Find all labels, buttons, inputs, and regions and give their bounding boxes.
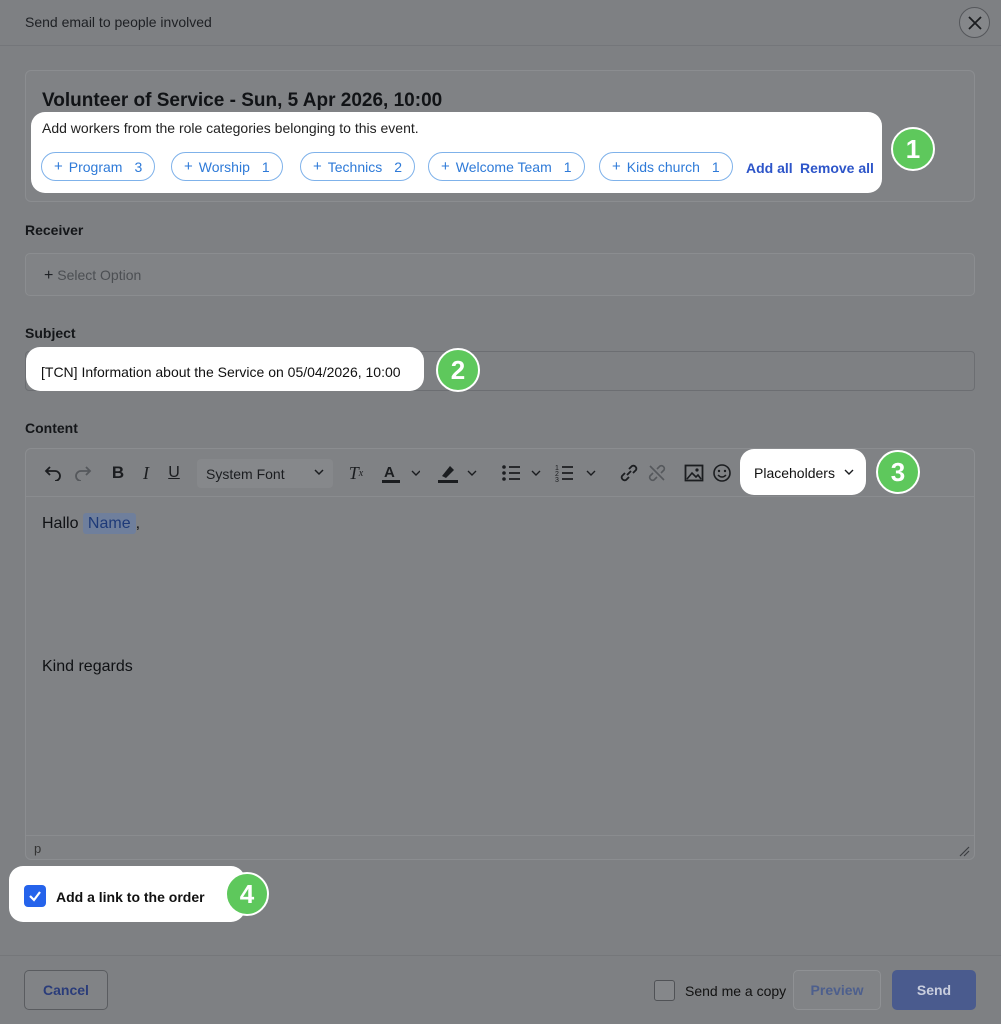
plus-icon: + (184, 158, 193, 175)
role-chip-count: 1 (711, 158, 720, 175)
chevron-down-icon (314, 469, 324, 476)
add-all-link[interactable]: Add all (746, 160, 793, 176)
underline-icon[interactable]: U (164, 462, 184, 484)
receiver-select[interactable] (25, 253, 975, 296)
unlink-icon[interactable] (646, 462, 668, 484)
role-chip-kids-church[interactable]: + Kids church 1 (599, 152, 733, 181)
plus-icon: + (54, 158, 63, 175)
content-label: Content (25, 420, 78, 436)
editor-greeting-line[interactable]: Hallo Name, (42, 513, 141, 534)
add-link-checkbox[interactable] (24, 885, 46, 907)
placeholders-label: Placeholders (754, 465, 835, 481)
font-family-select[interactable]: System Font (197, 459, 333, 488)
greeting-suffix: , (135, 515, 141, 532)
receiver-placeholder-text: Select Option (57, 267, 142, 283)
italic-icon[interactable]: I (137, 462, 155, 484)
role-chip-worship[interactable]: + Worship 1 (171, 152, 283, 181)
bullet-list-icon[interactable] (500, 462, 546, 484)
greeting-text: Hallo (42, 515, 79, 532)
chevron-down-icon (844, 469, 854, 475)
callout-badge-2: 2 (436, 348, 480, 392)
preview-button[interactable]: Preview (793, 970, 881, 1010)
subject-value[interactable]: [TCN] Information about the Service on 0… (41, 364, 401, 380)
send-copy-label[interactable]: Send me a copy (685, 983, 786, 999)
cancel-button[interactable]: Cancel (24, 970, 108, 1010)
svg-text:3: 3 (555, 477, 559, 484)
name-placeholder-tag[interactable]: Name (82, 513, 136, 534)
role-chip-label: Program (68, 158, 123, 175)
undo-icon[interactable] (42, 462, 64, 484)
footer-divider (0, 955, 1001, 956)
send-email-dialog: Send email to people involved Volunteer … (0, 0, 1001, 1024)
editor-status-bar (26, 835, 974, 859)
redo-icon[interactable] (72, 462, 94, 484)
receiver-placeholder: + Select Option (44, 267, 141, 285)
close-icon (967, 15, 982, 30)
subject-label: Subject (25, 325, 76, 341)
emoji-icon[interactable] (711, 462, 733, 484)
role-chip-welcome-team[interactable]: + Welcome Team 1 (428, 152, 585, 181)
role-chip-count: 3 (134, 158, 143, 175)
callout-badge-4: 4 (225, 872, 269, 916)
role-chip-count: 1 (261, 158, 270, 175)
clear-format-icon[interactable]: Tx (344, 462, 368, 484)
plus-icon: + (441, 158, 450, 175)
dialog-header: Send email to people involved (0, 0, 1001, 46)
send-copy-checkbox[interactable] (654, 980, 675, 1001)
roles-description: Add workers from the role categories bel… (42, 120, 419, 136)
role-chip-label: Technics (327, 158, 383, 175)
check-icon (29, 891, 41, 902)
content-editor (25, 448, 975, 860)
close-button[interactable] (959, 7, 990, 38)
plus-icon: + (44, 267, 54, 284)
placeholders-dropdown[interactable]: Placeholders (754, 465, 855, 481)
callout-badge-3: 3 (876, 450, 920, 494)
text-color-icon[interactable]: A (380, 462, 420, 484)
role-chip-count: 1 (563, 158, 572, 175)
role-chip-count: 2 (394, 158, 403, 175)
link-icon[interactable] (618, 462, 640, 484)
remove-all-link[interactable]: Remove all (800, 160, 874, 176)
callout-badge-1: 1 (891, 127, 935, 171)
role-chip-label: Kids church (626, 158, 700, 175)
font-family-value: System Font (206, 465, 285, 482)
role-chip-program[interactable]: + Program 3 (41, 152, 156, 181)
add-link-label[interactable]: Add a link to the order (56, 889, 205, 905)
svg-text:A: A (384, 464, 395, 481)
numbered-list-icon[interactable]: 123 (555, 462, 601, 484)
dialog-title: Send email to people involved (25, 14, 212, 30)
editor-closing-line[interactable]: Kind regards (42, 658, 133, 676)
plus-icon: + (313, 158, 322, 175)
image-icon[interactable] (683, 462, 705, 484)
receiver-label: Receiver (25, 222, 84, 238)
resize-handle-icon[interactable] (958, 845, 970, 857)
plus-icon: + (612, 158, 621, 175)
bold-icon[interactable]: B (108, 462, 128, 484)
element-path: p (34, 841, 42, 856)
role-chip-label: Worship (198, 158, 250, 175)
role-chip-technics[interactable]: + Technics 2 (300, 152, 416, 181)
highlight-color-icon[interactable] (436, 462, 480, 484)
event-title: Volunteer of Service - Sun, 5 Apr 2026, … (42, 90, 443, 111)
role-chip-label: Welcome Team (455, 158, 552, 175)
send-button[interactable]: Send (892, 970, 976, 1010)
